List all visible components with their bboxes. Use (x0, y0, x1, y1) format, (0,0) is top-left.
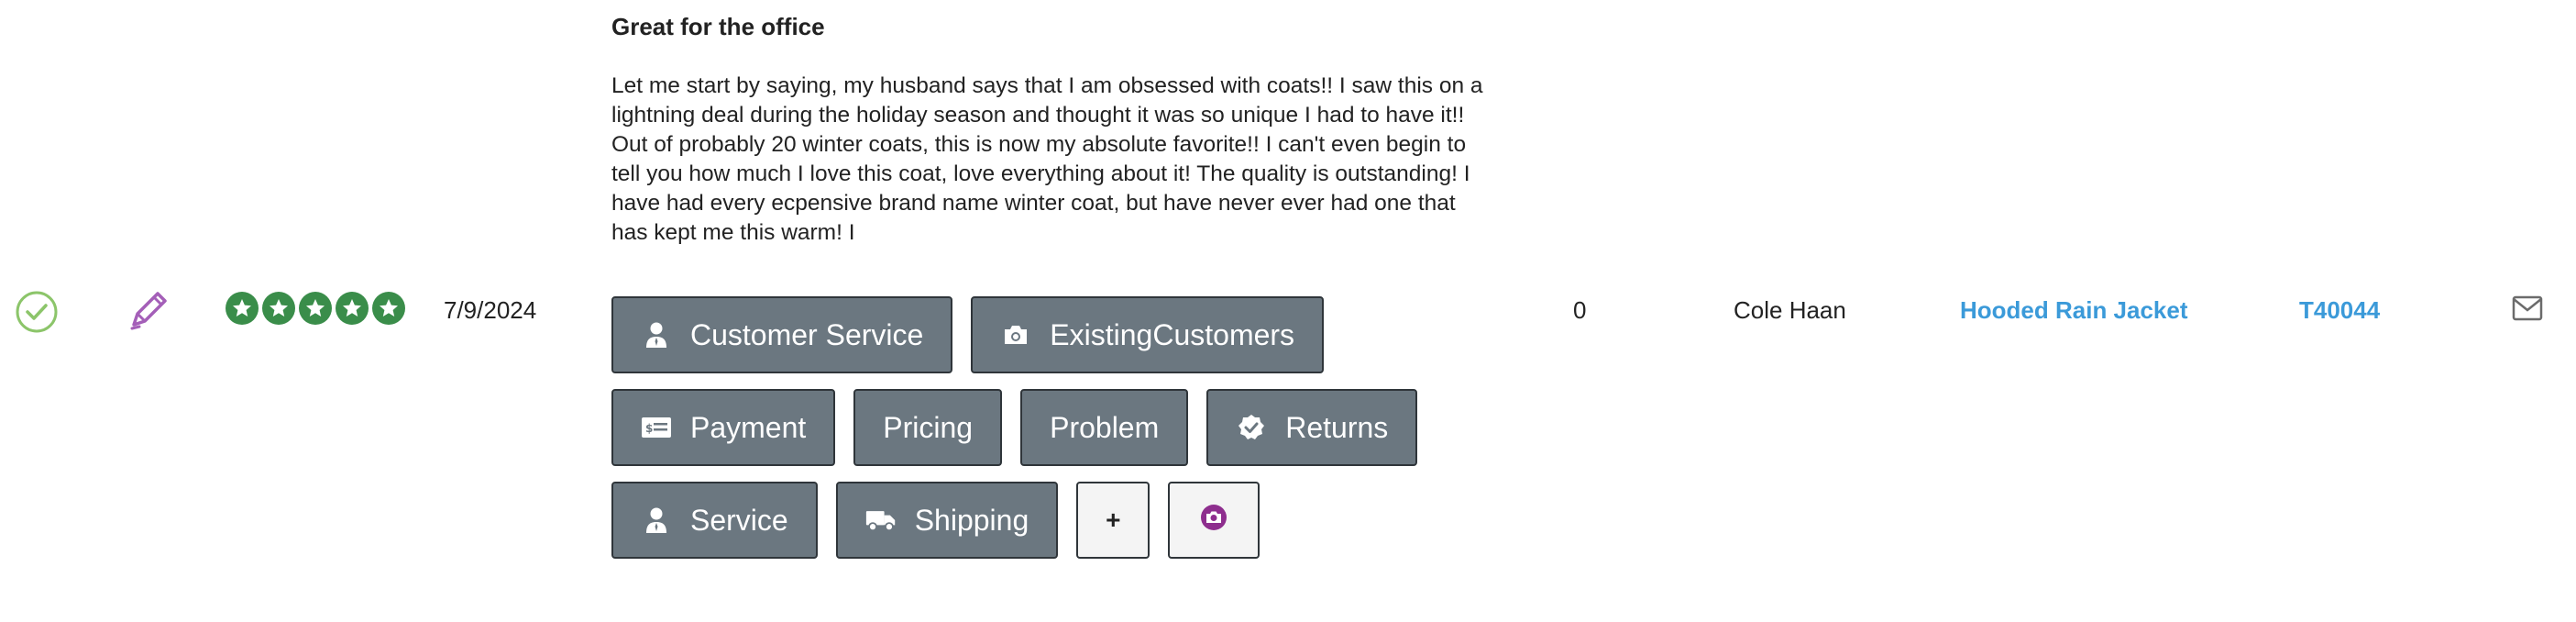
tag-problem[interactable]: Problem (1020, 389, 1189, 466)
tag-label: Payment (690, 410, 807, 444)
tag-row: Customer Service ExistingCustomers (611, 296, 1437, 373)
sku-link[interactable]: T40044 (2299, 296, 2380, 325)
camera-icon (1000, 319, 1031, 350)
star-icon (299, 292, 332, 325)
add-tag-label: + (1106, 505, 1121, 534)
tag-row: $ Payment Pricing Problem Returns (611, 389, 1437, 466)
tag-payment[interactable]: $ Payment (611, 389, 836, 466)
star-icon (372, 292, 405, 325)
star-icon (336, 292, 369, 325)
tag-existing-customers[interactable]: ExistingCustomers (971, 296, 1325, 373)
review-body: Let me start by saying, my husband says … (611, 73, 1483, 245)
tag-label: Shipping (914, 503, 1029, 537)
tag-label: Pricing (883, 410, 974, 444)
person-icon (641, 319, 672, 350)
tag-label: Returns (1285, 410, 1389, 444)
svg-text:$: $ (645, 422, 653, 435)
brand-name: Cole Haan (1734, 296, 1846, 324)
tag-list: Customer Service ExistingCustomers $ Pay… (611, 296, 1437, 574)
approve-check-icon[interactable] (15, 290, 59, 339)
camera-icon (1200, 504, 1227, 538)
tag-returns[interactable]: Returns (1206, 389, 1418, 466)
product-link[interactable]: Hooded Rain Jacket (1960, 296, 2188, 325)
review-row: Great for the office Let me start by say… (0, 0, 2576, 622)
star-icon (226, 292, 259, 325)
mail-icon[interactable] (2512, 295, 2543, 326)
tag-shipping[interactable]: Shipping (835, 482, 1059, 559)
review-date: 7/9/2024 (444, 296, 537, 324)
truck-icon (865, 505, 897, 536)
add-photo-button[interactable] (1168, 482, 1260, 559)
tag-row: Service Shipping + (611, 482, 1437, 559)
tag-label: Customer Service (690, 317, 924, 351)
star-icon (262, 292, 295, 325)
edit-pencil-icon[interactable] (127, 288, 169, 339)
payment-card-icon: $ (641, 412, 672, 443)
tag-customer-service[interactable]: Customer Service (611, 296, 953, 373)
review-title: Great for the office (611, 13, 825, 40)
badge-check-icon (1236, 412, 1267, 443)
helpful-count: 0 (1573, 296, 1587, 324)
tag-pricing[interactable]: Pricing (853, 389, 1003, 466)
tag-service[interactable]: Service (611, 482, 818, 559)
tag-label: ExistingCustomers (1050, 317, 1295, 351)
person-icon (641, 505, 672, 536)
rating-stars (226, 292, 405, 325)
add-tag-button[interactable]: + (1076, 482, 1150, 559)
tag-label: Problem (1050, 410, 1160, 444)
tag-label: Service (690, 503, 788, 537)
